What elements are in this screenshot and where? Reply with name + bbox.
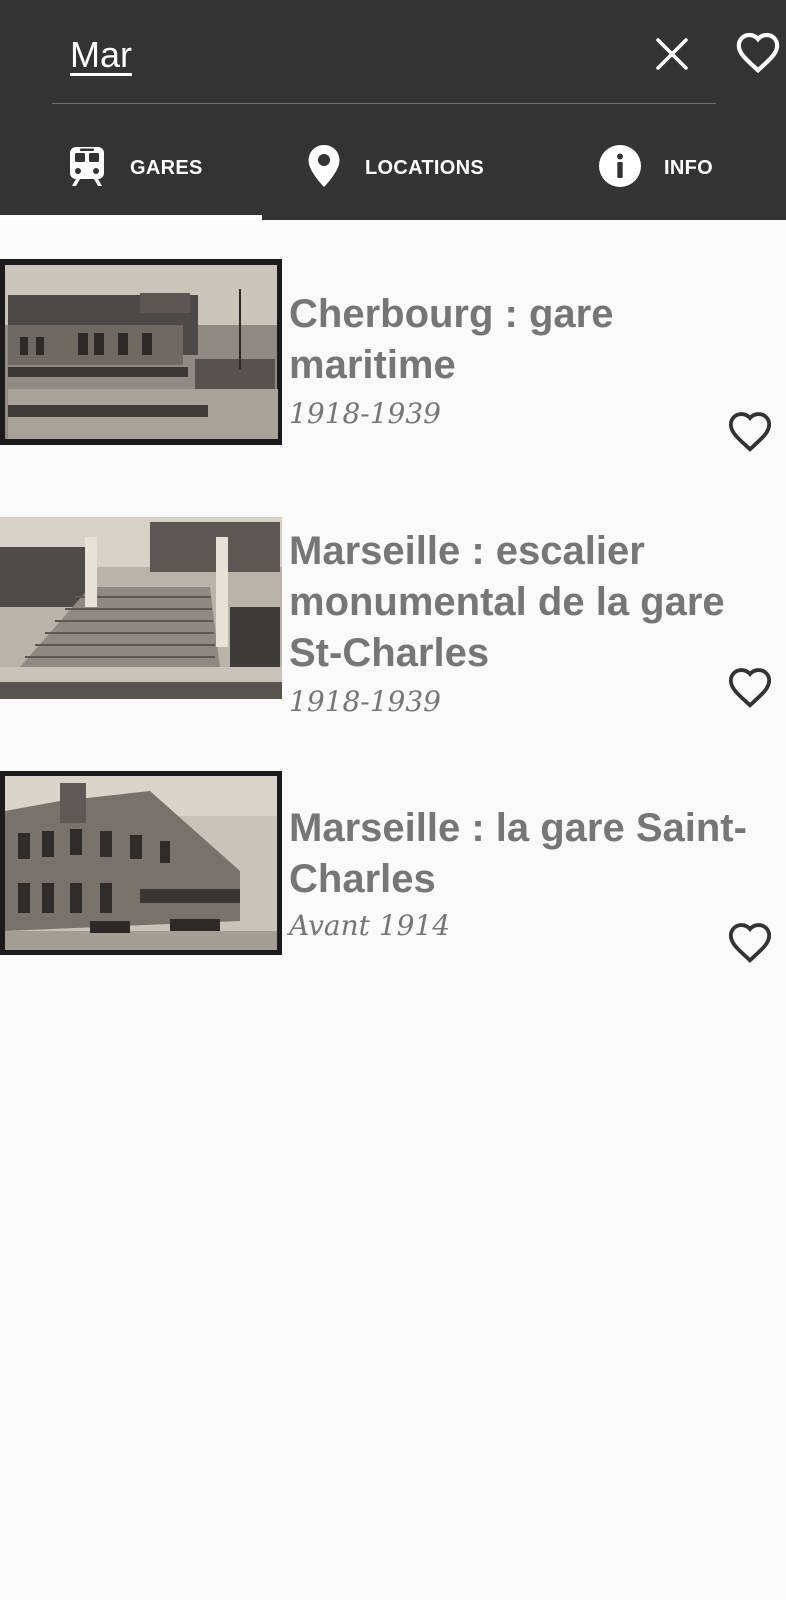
tab-label: GARES	[130, 156, 203, 179]
tab-indicator	[0, 215, 262, 220]
tab-label: INFO	[664, 156, 713, 179]
heart-outline-icon[interactable]	[727, 410, 773, 456]
heart-outline-icon[interactable]	[727, 666, 773, 712]
tab-label: LOCATIONS	[365, 156, 484, 179]
tab-info[interactable]: INFO	[598, 140, 713, 196]
station-photo	[0, 517, 282, 699]
heart-outline-icon[interactable]	[727, 921, 773, 967]
app-header: GARES LOCATIONS INFO	[0, 0, 786, 220]
station-title: Cherbourg : gare maritime	[289, 292, 614, 387]
close-icon[interactable]	[652, 34, 692, 74]
station-title: Marseille : la gare Saint-Charles	[289, 806, 747, 901]
info-icon	[598, 144, 642, 193]
list-item[interactable]: Marseille : la gare Saint-Charles Avant …	[0, 771, 786, 971]
tab-locations[interactable]: LOCATIONS	[307, 140, 484, 196]
station-date: Avant 1914	[289, 909, 451, 942]
search-input[interactable]	[70, 30, 610, 80]
search-underline	[52, 103, 716, 104]
train-icon	[68, 145, 106, 192]
tab-gares[interactable]: GARES	[68, 140, 203, 196]
station-date: 1918-1939	[289, 685, 441, 718]
list-item[interactable]: Marseille : escalier monumental de la ga…	[0, 517, 786, 718]
heart-outline-icon[interactable]	[735, 31, 781, 77]
station-photo	[0, 259, 282, 445]
location-pin-icon	[307, 144, 341, 193]
station-date: 1918-1939	[289, 397, 441, 430]
station-title: Marseille : escalier monumental de la ga…	[289, 529, 725, 675]
list-item[interactable]: Cherbourg : gare maritime 1918-1939	[0, 259, 786, 459]
station-photo	[0, 771, 282, 955]
